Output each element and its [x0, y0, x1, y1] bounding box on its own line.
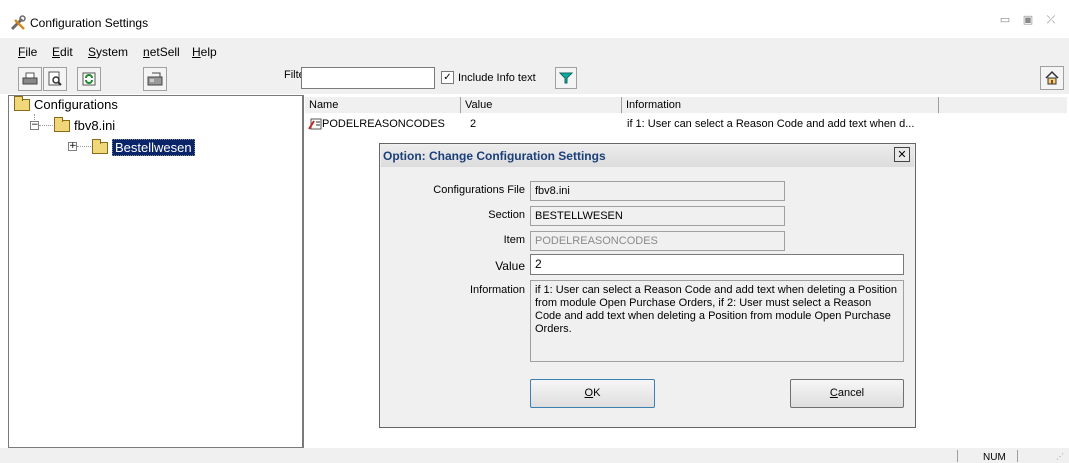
- status-bar: [0, 448, 1069, 463]
- cancel-button[interactable]: Cancel: [790, 379, 904, 408]
- item-field[interactable]: PODELREASONCODES: [530, 231, 785, 251]
- filter-funnel-icon: [559, 72, 573, 84]
- column-header-information[interactable]: Information: [622, 97, 939, 113]
- tree-node-label: Bestellwesen: [112, 139, 195, 156]
- tree-connector: [77, 146, 91, 147]
- folder-icon: [14, 95, 30, 111]
- fax-icon: [147, 72, 163, 86]
- window-title: Configuration Settings: [30, 16, 149, 30]
- home-icon: [1045, 70, 1059, 85]
- folder-icon: [54, 116, 70, 132]
- expand-icon[interactable]: +: [68, 142, 77, 151]
- label-text: Information: [469, 284, 525, 296]
- section-field[interactable]: BESTELLWESEN: [530, 206, 785, 226]
- print-button[interactable]: [18, 67, 42, 91]
- row-information: if 1: User can select a Reason Code and …: [627, 118, 915, 130]
- cancel-mnemonic: C: [829, 387, 838, 399]
- item-label: Item: [385, 234, 525, 248]
- status-divider: [957, 450, 958, 462]
- ok-label: K: [593, 387, 601, 399]
- print-preview-button[interactable]: [43, 67, 67, 91]
- configurations-file-label: Configurations File: [385, 184, 525, 198]
- list-header: Name Value Information: [305, 97, 1067, 113]
- value-label: Value: [385, 259, 525, 273]
- home-button[interactable]: [1040, 66, 1064, 90]
- column-header-value[interactable]: Value: [461, 97, 622, 113]
- label-text: Value: [495, 259, 525, 273]
- tree-node-fbv8-ini[interactable]: fbv8.ini: [54, 116, 116, 133]
- include-info-checkbox[interactable]: ✓: [441, 71, 454, 84]
- menu-netsell[interactable]: netSell: [143, 45, 180, 59]
- apply-filter-button[interactable]: [555, 67, 577, 89]
- ok-button[interactable]: OK: [530, 379, 655, 408]
- open-folder-icon: [92, 138, 108, 154]
- tree-node-bestellwesen[interactable]: Bestellwesen: [92, 138, 195, 156]
- information-label: Information: [385, 284, 525, 298]
- refresh-button[interactable]: [77, 67, 101, 91]
- column-header-name[interactable]: Name: [305, 97, 461, 113]
- refresh-icon: [82, 72, 96, 86]
- dialog-close-icon[interactable]: ✕: [894, 147, 910, 162]
- label-text: Configurations File: [433, 184, 525, 196]
- configurations-file-field[interactable]: fbv8.ini: [530, 181, 785, 201]
- label-text: Section: [488, 209, 525, 221]
- cancel-label: ancel: [837, 387, 865, 399]
- tree-node-label: fbv8.ini: [74, 118, 116, 133]
- row-name: PODELREASONCODES: [322, 118, 445, 130]
- menu-edit[interactable]: Edit: [52, 45, 73, 59]
- num-lock-indicator: NUM: [983, 452, 1006, 463]
- resize-grip-icon[interactable]: ⋰: [1056, 452, 1064, 461]
- tools-icon: [10, 15, 26, 31]
- row-value: 2: [470, 118, 477, 130]
- close-window-icon[interactable]: ⤫: [1043, 12, 1059, 28]
- fax-button[interactable]: [143, 67, 167, 91]
- information-textarea[interactable]: if 1: User can select a Reason Code and …: [530, 280, 904, 362]
- menu-bar: File Edit System netSell Help: [0, 38, 1069, 62]
- value-input[interactable]: 2: [530, 254, 904, 275]
- tree-connector: [39, 125, 53, 126]
- title-bar: [0, 0, 1069, 38]
- menu-help[interactable]: Help: [192, 45, 217, 59]
- menu-system[interactable]: System: [88, 45, 128, 59]
- printer-icon: [22, 72, 38, 85]
- minimize-icon[interactable]: ▭: [997, 12, 1013, 28]
- include-info-label: Include Info text: [458, 72, 536, 84]
- menu-file[interactable]: File: [18, 45, 37, 59]
- section-label: Section: [385, 209, 525, 223]
- tree-node-configurations[interactable]: Configurations: [14, 95, 118, 112]
- print-preview-icon: [48, 71, 62, 86]
- filter-input[interactable]: [301, 67, 435, 89]
- collapse-icon[interactable]: −: [30, 121, 39, 130]
- tree-node-label: Configurations: [34, 97, 118, 112]
- maximize-icon[interactable]: ▣: [1020, 12, 1036, 28]
- status-divider: [1017, 450, 1018, 462]
- label-text: Item: [503, 234, 525, 246]
- ok-mnemonic: O: [584, 387, 594, 399]
- dialog-title: Option: Change Configuration Settings: [383, 149, 606, 163]
- config-item-icon: [308, 118, 322, 130]
